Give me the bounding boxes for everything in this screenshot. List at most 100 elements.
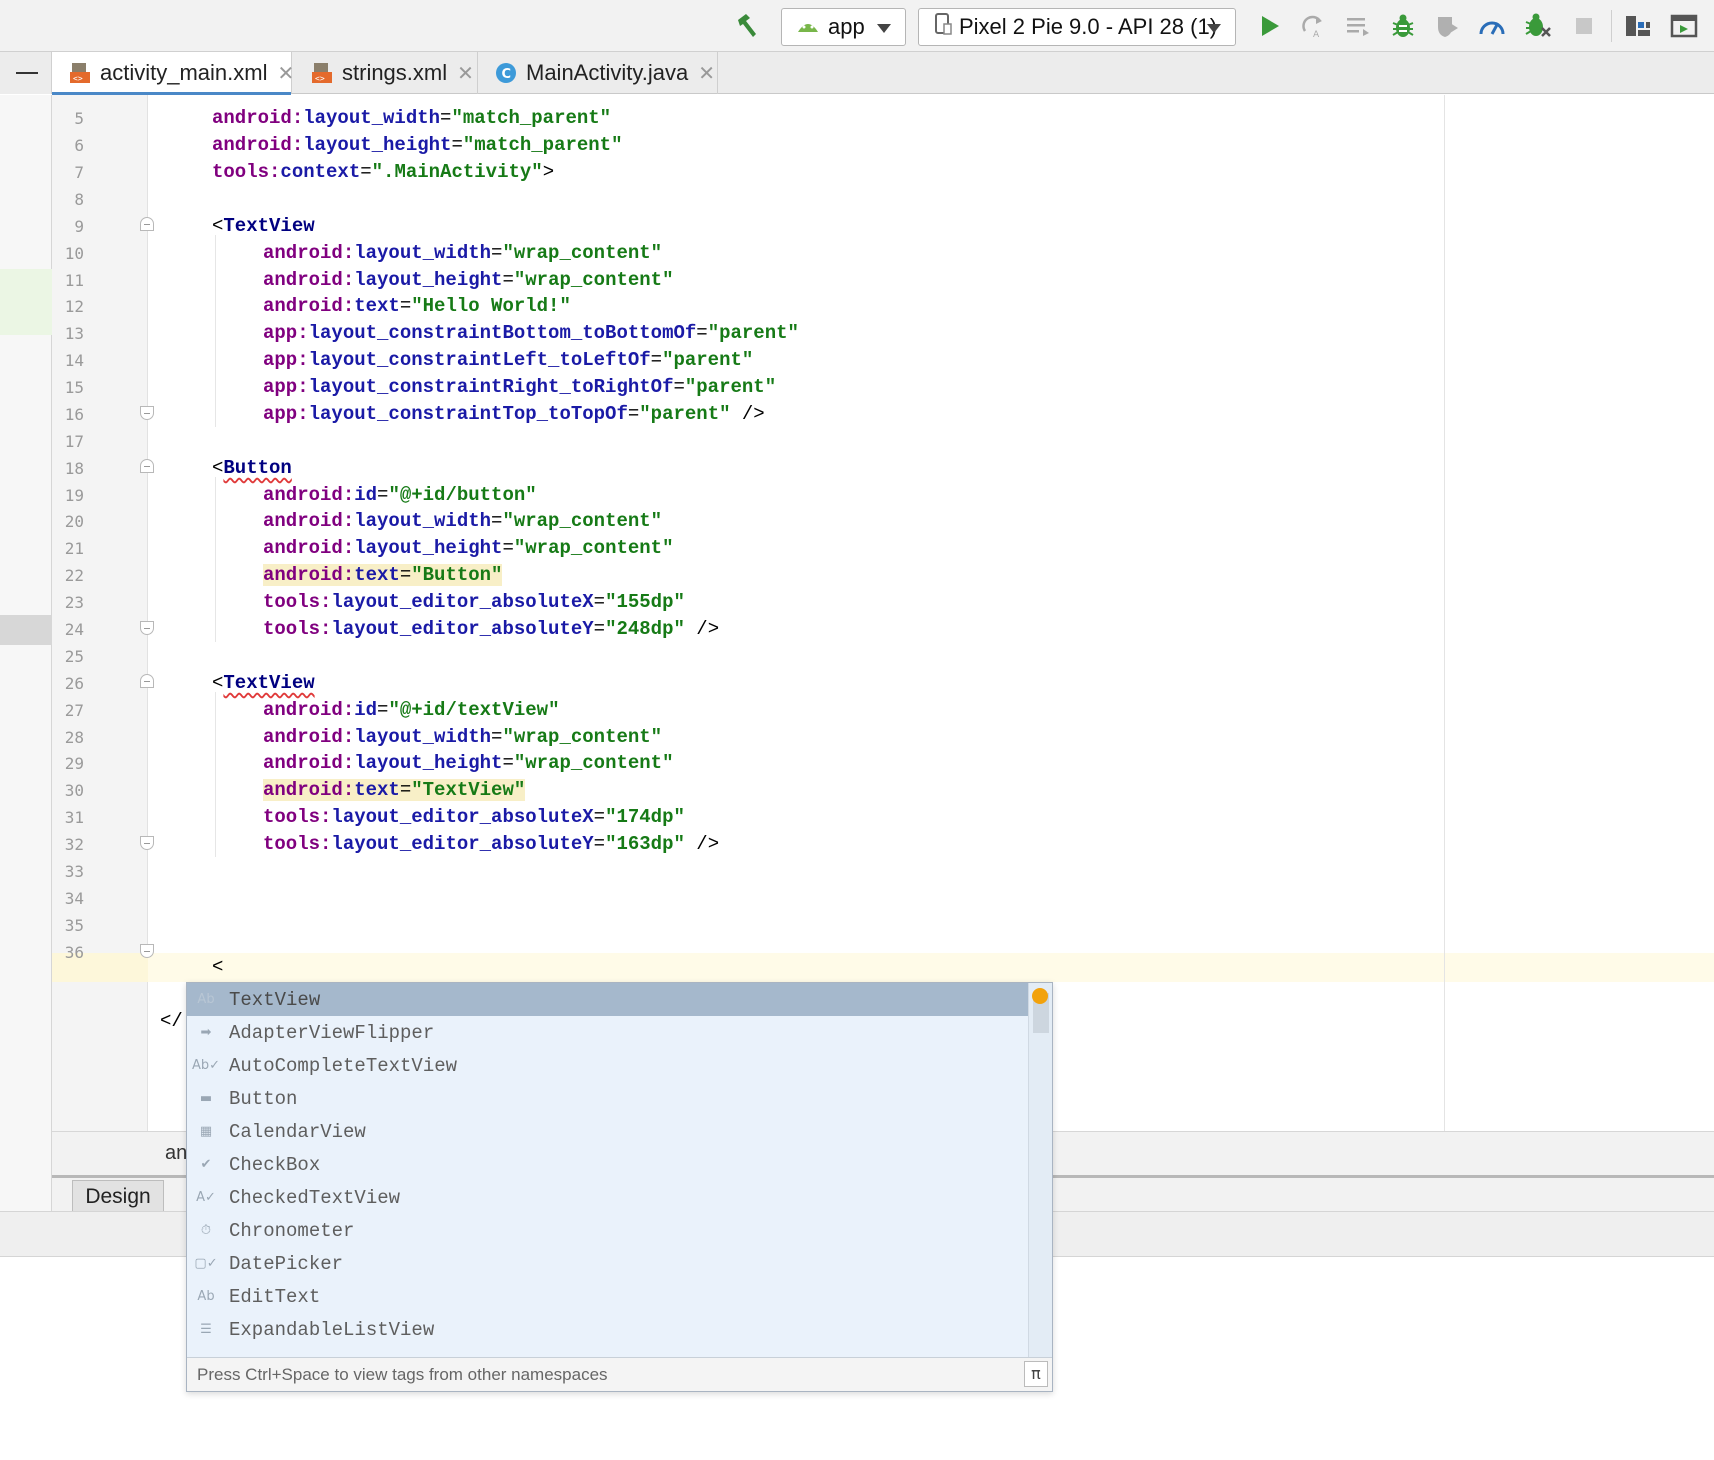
- completion-scrollbar[interactable]: [1028, 983, 1052, 1357]
- completion-item-label: Chronometer: [229, 1219, 355, 1242]
- line-number: 11: [64, 271, 84, 290]
- completion-item[interactable]: ▬ Button: [187, 1082, 1028, 1115]
- tab-mainactivity-java[interactable]: C MainActivity.java ✕: [478, 52, 718, 94]
- breadcrumb-item[interactable]: an: [165, 1142, 187, 1165]
- collapse-panel-button[interactable]: [0, 52, 52, 94]
- profile-icon[interactable]: [1478, 12, 1506, 40]
- tab-label: activity_main.xml: [100, 60, 268, 85]
- device-selector[interactable]: Pixel 2 Pie 9.0 - API 28 (1): [918, 8, 1236, 46]
- code-line-26: <TextView: [212, 672, 315, 694]
- completion-item-label: Button: [229, 1087, 298, 1110]
- completion-item-label: CheckedTextView: [229, 1186, 401, 1209]
- checked-text-icon: A✓: [196, 1190, 216, 1205]
- completion-item-label: EditText: [229, 1285, 321, 1308]
- date-picker-icon: ▢✓: [194, 1256, 218, 1271]
- line-number: 35: [64, 916, 84, 935]
- line-number: 7: [74, 163, 84, 182]
- code-editor[interactable]: 5 6 7 8 9 10 11 12 13 14 15 16 17 18 19 …: [52, 95, 1714, 1131]
- right-margin-guide: [1444, 95, 1445, 1131]
- lightbulb-icon[interactable]: [1032, 988, 1048, 1004]
- code-line-7: tools:context=".MainActivity">: [212, 161, 555, 183]
- code-line-28: android:layout_width="wrap_content": [263, 726, 663, 748]
- coverage-icon[interactable]: [1433, 12, 1461, 40]
- completion-item[interactable]: ➡ AdapterViewFlipper: [187, 1016, 1028, 1049]
- stop-icon[interactable]: [1570, 12, 1598, 40]
- tab-strings-xml[interactable]: <> strings.xml ✕: [292, 52, 478, 94]
- line-number: 23: [64, 593, 84, 612]
- editor-tab-bar: <> activity_main.xml ✕ <> strings.xml ✕ …: [0, 52, 1714, 95]
- completion-item[interactable]: ⏱ Chronometer: [187, 1214, 1028, 1247]
- run-config-selector[interactable]: app: [781, 8, 906, 46]
- fold-marker[interactable]: [140, 944, 154, 958]
- completion-item-label: TextView: [229, 988, 321, 1011]
- caret-line-highlight: [148, 953, 1714, 982]
- hammer-icon[interactable]: [732, 12, 760, 40]
- edit-text-icon: Ab: [197, 1289, 215, 1304]
- chronometer-icon: ⏱: [200, 1223, 212, 1238]
- change-marker: [0, 269, 52, 335]
- code-line-30: android:text="TextView": [263, 779, 526, 801]
- indent-guide: [215, 692, 216, 857]
- code-line-21: android:layout_height="wrap_content": [263, 537, 674, 559]
- completion-hint: Press Ctrl+Space to view tags from other…: [197, 1365, 608, 1384]
- completion-item[interactable]: A✓ CheckedTextView: [187, 1181, 1028, 1214]
- line-number: 33: [64, 862, 84, 881]
- fold-marker[interactable]: [140, 459, 154, 473]
- code-line-24: tools:layout_editor_absoluteY="248dp" />: [263, 618, 720, 640]
- autocomplete-icon: Ab✓: [191, 1058, 221, 1073]
- debug-icon[interactable]: [1389, 12, 1417, 40]
- text-view-icon: Ab: [197, 992, 215, 1007]
- line-number: 30: [64, 781, 84, 800]
- minimize-icon: [16, 72, 38, 74]
- fold-marker[interactable]: [140, 836, 154, 850]
- completion-item[interactable]: Ab EditText: [187, 1280, 1028, 1313]
- completion-item[interactable]: ▦ CalendarView: [187, 1115, 1028, 1148]
- pi-icon[interactable]: π: [1024, 1361, 1048, 1387]
- code-line-36: </: [160, 1010, 183, 1032]
- code-line-32: tools:layout_editor_absoluteY="163dp" />: [263, 833, 720, 855]
- code-line-11: android:layout_height="wrap_content": [263, 269, 674, 291]
- line-number: 13: [64, 324, 84, 343]
- code-completion-popup[interactable]: Ab TextView ➡ AdapterViewFlipper Ab✓ Aut…: [186, 982, 1053, 1392]
- tab-design[interactable]: Design: [72, 1180, 164, 1214]
- chevron-down-icon: [1207, 24, 1221, 33]
- close-icon[interactable]: ✕: [698, 61, 715, 86]
- completion-item-label: AdapterViewFlipper: [229, 1021, 435, 1044]
- completion-item[interactable]: ☰ ExpandableListView: [187, 1313, 1028, 1346]
- code-line-16: app:layout_constraintTop_toTopOf="parent…: [263, 403, 765, 425]
- completion-item-label: ExpandableListView: [229, 1318, 435, 1341]
- main-toolbar: app Pixel 2 Pie 9.0 - API 28 (1) A: [0, 0, 1714, 52]
- tab-activity-main-xml[interactable]: <> activity_main.xml ✕: [52, 52, 294, 95]
- svg-text:<>: <>: [73, 74, 83, 83]
- apply-changes-icon[interactable]: A: [1299, 12, 1327, 40]
- attach-icon[interactable]: [1344, 12, 1372, 40]
- device-icon: [933, 12, 953, 42]
- chevron-down-icon: [877, 24, 891, 33]
- code-line-12: android:text="Hello World!": [263, 295, 571, 317]
- code-line-34: <: [212, 956, 224, 978]
- change-marker: [0, 615, 52, 645]
- completion-item-label: CheckBox: [229, 1153, 321, 1176]
- line-number: 22: [64, 566, 84, 585]
- completion-item-textview[interactable]: Ab TextView: [187, 983, 1028, 1016]
- fold-marker[interactable]: [140, 621, 154, 635]
- run-icon[interactable]: [1256, 12, 1284, 40]
- line-number: 24: [64, 620, 84, 639]
- line-number: 19: [64, 486, 84, 505]
- completion-item[interactable]: ✔ CheckBox: [187, 1148, 1028, 1181]
- avd-manager-icon[interactable]: [1670, 12, 1698, 40]
- list-icon: ☰: [200, 1322, 212, 1337]
- fold-marker[interactable]: [140, 406, 154, 420]
- completion-item[interactable]: Ab✓ AutoCompleteTextView: [187, 1049, 1028, 1082]
- completion-item[interactable]: ▢✓ DatePicker: [187, 1247, 1028, 1280]
- debug-attach-icon[interactable]: [1524, 12, 1552, 40]
- xml-values-icon: <>: [310, 61, 334, 85]
- fold-marker[interactable]: [140, 674, 154, 688]
- fold-marker[interactable]: [140, 217, 154, 231]
- project-structure-icon[interactable]: [1624, 12, 1652, 40]
- line-number: 20: [64, 512, 84, 531]
- completion-item-label: CalendarView: [229, 1120, 366, 1143]
- line-number: 27: [64, 701, 84, 720]
- checkbox-icon: ✔: [200, 1157, 212, 1172]
- close-icon[interactable]: ✕: [457, 61, 474, 86]
